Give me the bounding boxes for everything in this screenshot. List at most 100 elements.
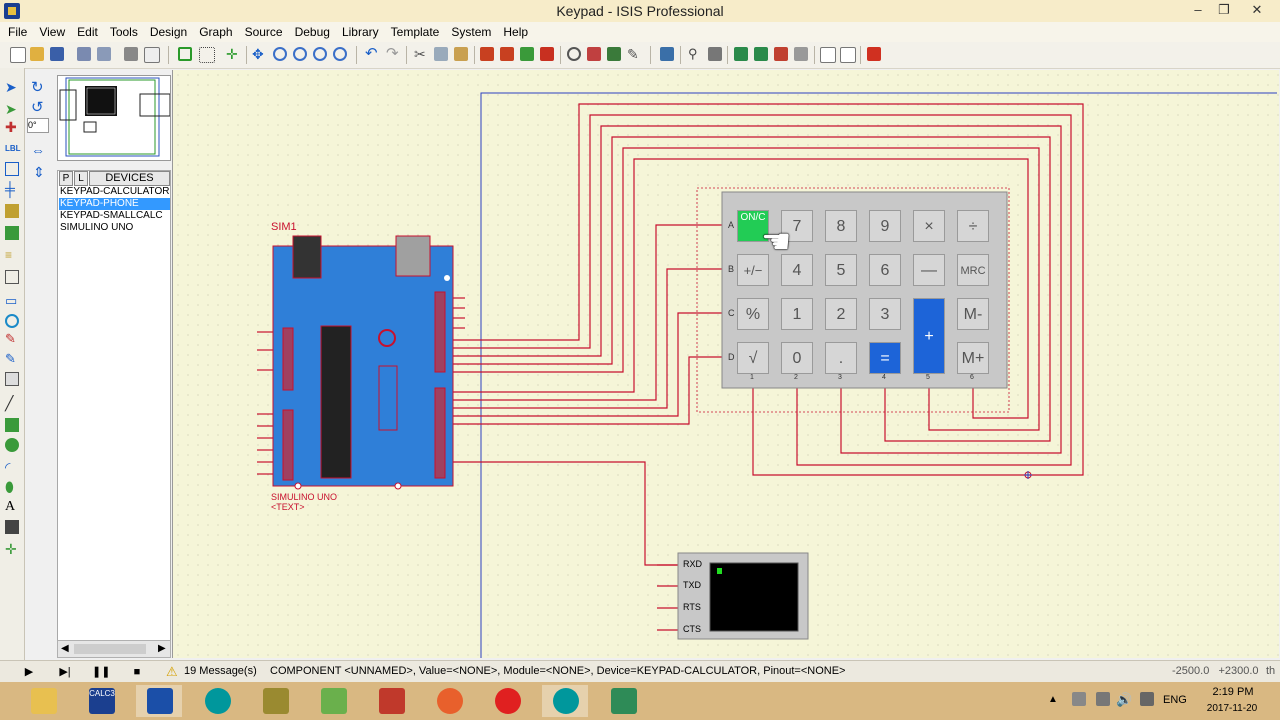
terminals-icon[interactable] [5, 226, 19, 240]
search-tag-icon[interactable]: ⚲ [688, 47, 702, 61]
save-icon[interactable] [50, 47, 64, 61]
keypad-key-9[interactable]: 9 [869, 210, 901, 242]
devices-horizontal-scrollbar[interactable]: ◀ ▶ [57, 640, 171, 658]
pick-device-icon[interactable] [567, 47, 581, 61]
symbol-tool-icon[interactable] [5, 520, 19, 534]
menu-file[interactable]: File [0, 22, 33, 42]
tab-library[interactable]: L [74, 171, 88, 186]
keypad-key-equals[interactable]: = [869, 342, 901, 374]
taskbar-program[interactable] [252, 685, 298, 717]
menu-debug[interactable]: Debug [289, 22, 336, 42]
rotation-angle-field[interactable]: 0° [27, 118, 49, 133]
maximize-button[interactable]: ❐ [1210, 0, 1238, 22]
generator-mode-icon[interactable] [5, 314, 19, 328]
keypad-key-dot[interactable]: . [825, 342, 857, 374]
voltage-probe-icon[interactable]: ✎ [5, 332, 19, 346]
origin-icon[interactable]: ✛ [226, 47, 240, 61]
tape-recorder-icon[interactable]: ▭ [5, 294, 19, 308]
block-delete-icon[interactable] [540, 47, 554, 61]
path-tool-icon[interactable]: ⬮ [5, 480, 19, 494]
keypad-key-6[interactable]: 6 [869, 254, 901, 286]
keypad-key-minus[interactable]: — [913, 254, 945, 286]
cut-icon[interactable]: ✂ [414, 47, 428, 61]
clock-date[interactable]: 2017-11-20 [1200, 703, 1264, 714]
block-rotate-icon[interactable] [520, 47, 534, 61]
minimize-button[interactable]: – [1184, 0, 1212, 22]
export-icon[interactable] [97, 47, 111, 61]
selection-mode-icon[interactable]: ➤ [5, 80, 19, 94]
bill-of-materials-icon[interactable] [820, 47, 836, 63]
keypad-key-sqrt[interactable]: √ [737, 342, 769, 374]
wire-autorouter-icon[interactable] [660, 47, 674, 61]
taskbar-book[interactable] [368, 685, 414, 717]
keypad-key-m-plus[interactable]: M+ [957, 342, 989, 374]
scroll-right-arrow-icon[interactable]: ▶ [158, 641, 166, 657]
menu-graph[interactable]: Graph [193, 22, 238, 42]
line-tool-icon[interactable]: ╱ [5, 396, 19, 410]
graph-mode-icon[interactable] [5, 270, 19, 284]
tray-app-icon[interactable] [1072, 692, 1086, 706]
component-mode-icon[interactable]: ➤ [5, 102, 19, 116]
rotate-clockwise-icon[interactable]: ↻ [31, 78, 44, 96]
scroll-left-arrow-icon[interactable]: ◀ [61, 641, 69, 657]
area-icon[interactable] [144, 47, 160, 63]
taskbar-notepad[interactable] [310, 685, 356, 717]
redo-icon[interactable]: ↷ [386, 46, 400, 61]
device-pins-icon[interactable]: ≡ [5, 248, 19, 262]
marker-tool-icon[interactable]: ✛ [5, 542, 19, 556]
taskbar-explorer[interactable] [20, 685, 66, 717]
volume-icon[interactable]: 🔊 [1116, 692, 1132, 708]
keypad-key-2[interactable]: 2 [825, 298, 857, 330]
box-tool-icon[interactable] [5, 418, 19, 432]
menu-source[interactable]: Source [239, 22, 289, 42]
tray-flag-icon[interactable] [1140, 692, 1154, 706]
zoom-out-icon[interactable] [293, 47, 307, 61]
show-hidden-icons-icon[interactable]: ▲ [1048, 694, 1058, 705]
wire-label-icon[interactable]: LBL [5, 142, 21, 156]
stop-button[interactable]: ■ [128, 665, 146, 679]
device-list-item[interactable]: SIMULINO UNO [59, 222, 170, 234]
packaging-tool-icon[interactable]: ✎ [627, 47, 641, 61]
mirror-vertical-icon[interactable]: ⇕ [33, 164, 45, 181]
keypad-key-m-minus[interactable]: M- [957, 298, 989, 330]
taskbar-opera[interactable] [484, 685, 530, 717]
menu-system[interactable]: System [445, 22, 497, 42]
device-list-item[interactable]: KEYPAD-PHONE [59, 198, 170, 210]
keypad-key-multiply[interactable]: × [913, 210, 945, 242]
taskbar-camtasia[interactable] [600, 685, 646, 717]
overview-window[interactable] [57, 75, 171, 161]
paste-icon[interactable] [454, 47, 468, 61]
subcircuit-icon[interactable] [5, 204, 19, 218]
menu-library[interactable]: Library [336, 22, 385, 42]
clock-time[interactable]: 2:19 PM [1208, 686, 1258, 698]
schematic-canvas[interactable]: SIM1 SIMULINO UNO <TEXT> A B C D 1 2 3 4… [172, 70, 1279, 658]
mirror-horizontal-icon[interactable]: ⇔ [31, 142, 45, 158]
tab-pick-devices[interactable]: P [59, 171, 73, 186]
goto-sheet-icon[interactable] [794, 47, 808, 61]
virtual-instruments-icon[interactable] [5, 372, 19, 386]
import-icon[interactable] [77, 47, 91, 61]
menu-design[interactable]: Design [144, 22, 193, 42]
menu-edit[interactable]: Edit [71, 22, 104, 42]
remove-sheet-icon[interactable] [774, 47, 788, 61]
menu-tools[interactable]: Tools [104, 22, 144, 42]
keypad-key-5[interactable]: 5 [825, 254, 857, 286]
block-move-icon[interactable] [500, 47, 514, 61]
scroll-thumb[interactable] [74, 644, 146, 654]
text-script-icon[interactable] [5, 162, 19, 176]
device-list-item[interactable]: KEYPAD-CALCULATOR [59, 186, 170, 198]
tray-network-icon[interactable] [1096, 692, 1110, 706]
keypad-key-percent[interactable]: % [737, 298, 769, 330]
make-device-icon[interactable] [587, 47, 601, 61]
menu-template[interactable]: Template [385, 22, 446, 42]
zoom-area-icon[interactable] [333, 47, 347, 61]
refresh-icon[interactable] [178, 47, 192, 61]
step-button[interactable]: ▶| [56, 665, 74, 679]
taskbar-firefox[interactable] [426, 685, 472, 717]
keypad-key-divide[interactable]: ÷ [957, 210, 989, 242]
new-sheet-icon[interactable] [734, 47, 748, 61]
menu-help[interactable]: Help [497, 22, 534, 42]
block-copy-icon[interactable] [480, 47, 494, 61]
keypad-key-8[interactable]: 8 [825, 210, 857, 242]
pan-icon[interactable]: ✥ [252, 47, 266, 61]
